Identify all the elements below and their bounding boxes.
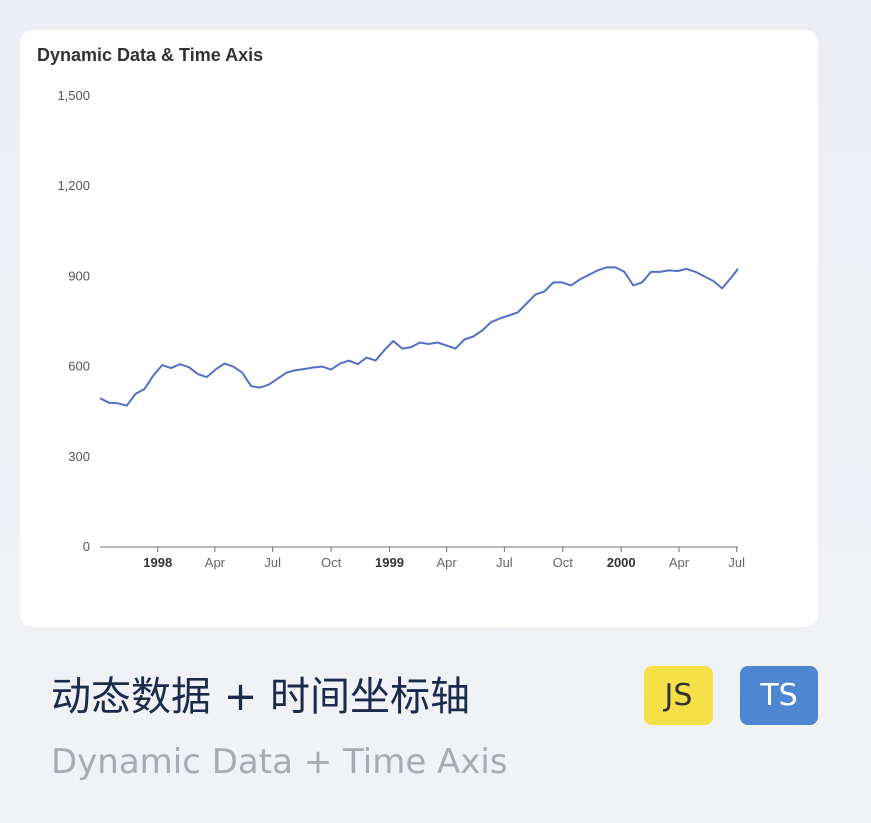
x-tick-label: Apr (205, 555, 226, 570)
x-tick-label: 2000 (607, 555, 636, 570)
y-tick-label: 1,500 (57, 88, 90, 103)
x-tick-label: Jul (264, 555, 281, 570)
card-subtitle-en: Dynamic Data + Time Axis (51, 742, 508, 782)
x-tick-label: Apr (436, 555, 457, 570)
example-card[interactable]: Dynamic Data & Time Axis 0 300 600 900 1,200… (20, 30, 818, 627)
js-badge[interactable]: JS (644, 666, 713, 725)
ts-badge[interactable]: TS (740, 666, 818, 725)
chart: Dynamic Data & Time Axis 0 300 600 900 1,200… (37, 45, 745, 570)
x-tick-label: 1998 (143, 555, 172, 570)
x-axis: 1998 Apr Jul Oct 1999 Apr Jul Oct 2000 Apr Jul (143, 547, 745, 570)
y-tick-label: 0 (83, 539, 90, 554)
y-axis: 0 300 600 900 1,200 1,500 (57, 88, 90, 554)
y-tick-label: 300 (68, 449, 90, 464)
x-tick-label: 1999 (375, 555, 404, 570)
x-tick-label: Oct (553, 555, 574, 570)
y-tick-label: 600 (68, 359, 90, 374)
x-tick-label: Jul (728, 555, 745, 570)
x-tick-label: Jul (496, 555, 513, 570)
chart-title: Dynamic Data & Time Axis (37, 45, 263, 65)
x-tick-label: Oct (321, 555, 342, 570)
x-tick-label: Apr (669, 555, 690, 570)
y-tick-label: 1,200 (57, 178, 90, 193)
y-tick-label: 900 (68, 268, 90, 283)
card-title-zh[interactable]: 动态数据 + 时间坐标轴 (51, 664, 470, 722)
series-line (99, 266, 739, 407)
